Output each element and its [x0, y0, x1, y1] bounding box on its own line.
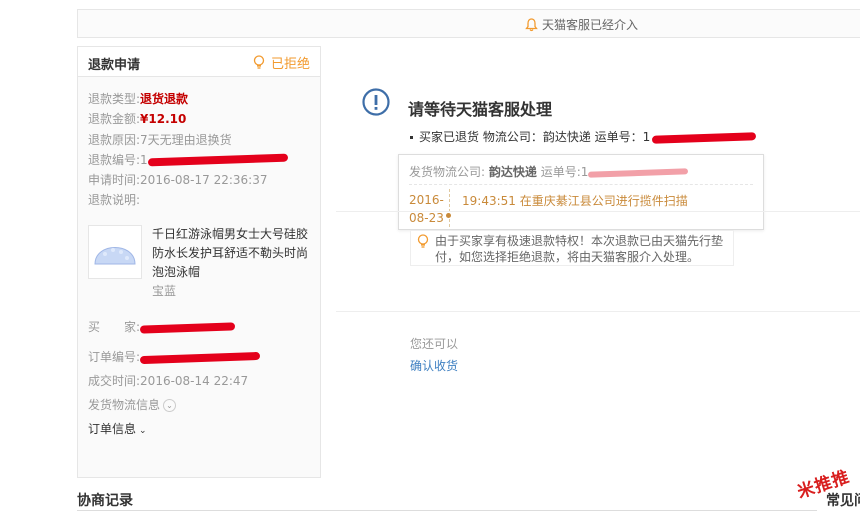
redaction-mark — [588, 167, 689, 178]
divider — [409, 184, 753, 185]
shop-name[interactable]: 宝蓝 — [152, 282, 312, 301]
buyer-label: 买 家: — [88, 320, 141, 334]
redaction-mark — [139, 321, 236, 334]
logistics-event: 19:43:51 在重庆綦江县公司进行揽件扫描 — [462, 194, 688, 208]
deal-time-label: 成交时间: — [88, 374, 141, 388]
refund-status-text: 已拒绝 — [270, 57, 310, 72]
refund-type-row: 退款类型:退货退款 — [88, 89, 288, 109]
divider — [336, 311, 860, 312]
refund-tip-text: 由于买家享有极速退款特权！本次退款已由天猫先行垫 付，如您选择拒绝退款，将由天猫… — [435, 233, 723, 265]
divider — [336, 211, 860, 212]
order-number-label: 订单编号: — [88, 350, 141, 364]
product-card[interactable]: 千日红游泳帽男女士大号硅胶防水长发护耳舒适不勒头时尚泡泡泳帽 宝蓝 — [88, 225, 312, 301]
shipping-info-toggle[interactable]: 发货物流信息 ⌄ — [88, 393, 260, 417]
refund-details: 退款类型:退货退款 退款金额:¥12.10 退款原因:7天无理由退换货 退款编号… — [88, 89, 288, 211]
exclamation-icon — [362, 88, 390, 116]
refund-tip: 由于买家享有极速退款特权！本次退款已由天猫先行垫 付，如您选择拒绝退款，将由天猫… — [410, 230, 734, 266]
refund-number-value: 1 — [140, 152, 148, 167]
chevron-down-icon[interactable]: ⌄ — [139, 426, 147, 436]
logistics-popup: 发货物流公司: 韵达快递 运单号:1 2016- 08-23 19:43:51 … — [398, 154, 764, 230]
refund-tip-line1: 由于买家享有极速退款特权！本次退款已由天猫先行垫 — [435, 234, 724, 248]
order-number-row: 订单编号: — [88, 345, 261, 369]
refund-amount-label: 退款金额: — [88, 112, 141, 127]
waybill-label: 运单号: — [540, 165, 581, 179]
shipping-info-label[interactable]: 发货物流信息 — [88, 398, 160, 412]
redaction-mark — [147, 153, 288, 167]
also-can-label: 您还可以 — [410, 337, 459, 351]
order-details: 买 家: 订单编号: 成交时间:2016-08-14 22:47 发货物流信息 ⌄… — [88, 315, 261, 441]
refund-amount-value: ¥12.10 — [140, 112, 187, 127]
refund-panel-header: 退款申请 已拒绝 — [78, 47, 320, 77]
redaction-mark — [652, 131, 757, 144]
notice-content: 天猫客服已经介入 — [525, 16, 638, 33]
refund-type-label: 退款类型: — [88, 92, 141, 106]
apply-time-row: 申请时间:2016-08-17 22:36:37 — [88, 170, 288, 190]
waybill-value: 1 — [580, 165, 589, 179]
timeline-dot — [446, 213, 451, 218]
refund-panel: 退款申请 已拒绝 退款类型:退货退款 退款金额:¥12.10 退款原因:7天无理… — [77, 46, 321, 478]
negotiation-record-heading: 协商记录 — [77, 493, 133, 509]
buyer-row: 买 家: — [88, 315, 260, 339]
notice-bar: 天猫客服已经介入 — [77, 9, 860, 38]
refund-note-row: 退款说明: — [88, 190, 288, 210]
apply-time-value: 2016-08-17 22:36:37 — [140, 173, 268, 188]
logistics-header: 发货物流公司: 韵达快递 运单号:1 — [409, 163, 689, 180]
product-name[interactable]: 千日红游泳帽男女士大号硅胶防水长发护耳舒适不勒头时尚泡泡泳帽 — [152, 225, 312, 282]
chevron-down-icon[interactable]: ⌄ — [163, 399, 177, 412]
page-title: 请等待天猫客服处理 — [408, 100, 553, 119]
refund-tip-line2: 付，如您选择拒绝退款，将由天猫客服介入处理。 — [435, 250, 700, 264]
deal-time-row: 成交时间:2016-08-14 22:47 — [88, 369, 260, 393]
deal-time-value: 2016-08-14 22:47 — [140, 374, 249, 388]
return-status-text: 买家已退货 物流公司：韵达快递 运单号：1 — [419, 130, 651, 144]
refund-panel-title: 退款申请 — [88, 58, 141, 73]
order-info-toggle[interactable]: 订单信息 ⌄ — [88, 417, 260, 441]
order-info-label[interactable]: 订单信息 — [88, 422, 136, 436]
refund-amount-row: 退款金额:¥12.10 — [88, 109, 288, 129]
notice-text: 天猫客服已经介入 — [542, 18, 639, 32]
bullet-icon — [410, 136, 413, 139]
product-info: 千日红游泳帽男女士大号硅胶防水长发护耳舒适不勒头时尚泡泡泳帽 宝蓝 — [152, 225, 312, 301]
refund-number-label: 退款编号: — [88, 152, 141, 167]
logistics-date-line1: 2016- — [409, 193, 444, 207]
product-image[interactable] — [88, 225, 142, 279]
refund-type-value: 退货退款 — [140, 92, 189, 106]
timeline-line — [449, 189, 450, 227]
refund-reason-label: 退款原因: — [88, 132, 141, 147]
lightbulb-icon — [253, 55, 265, 69]
refund-status: 已拒绝 — [253, 53, 310, 72]
apply-time-label: 申请时间: — [88, 173, 141, 188]
refund-reason-value: 7天无理由退换货 — [140, 132, 232, 147]
confirm-receipt-link[interactable]: 确认收货 — [410, 357, 458, 374]
refund-reason-row: 退款原因:7天无理由退换货 — [88, 130, 288, 150]
bell-icon — [525, 17, 538, 31]
return-status-line: 买家已退货 物流公司：韵达快递 运单号：1 — [410, 128, 757, 145]
swim-cap-icon — [94, 247, 136, 265]
logistics-date: 2016- 08-23 — [409, 191, 444, 227]
lightbulb-icon — [417, 234, 429, 248]
redaction-mark — [139, 351, 261, 364]
divider — [77, 510, 817, 511]
logistics-company: 韵达快递 — [488, 165, 537, 179]
refund-number-row: 退款编号:1 — [88, 150, 288, 170]
logistics-company-label: 发货物流公司: — [409, 165, 486, 179]
refund-note-label: 退款说明: — [88, 193, 141, 208]
